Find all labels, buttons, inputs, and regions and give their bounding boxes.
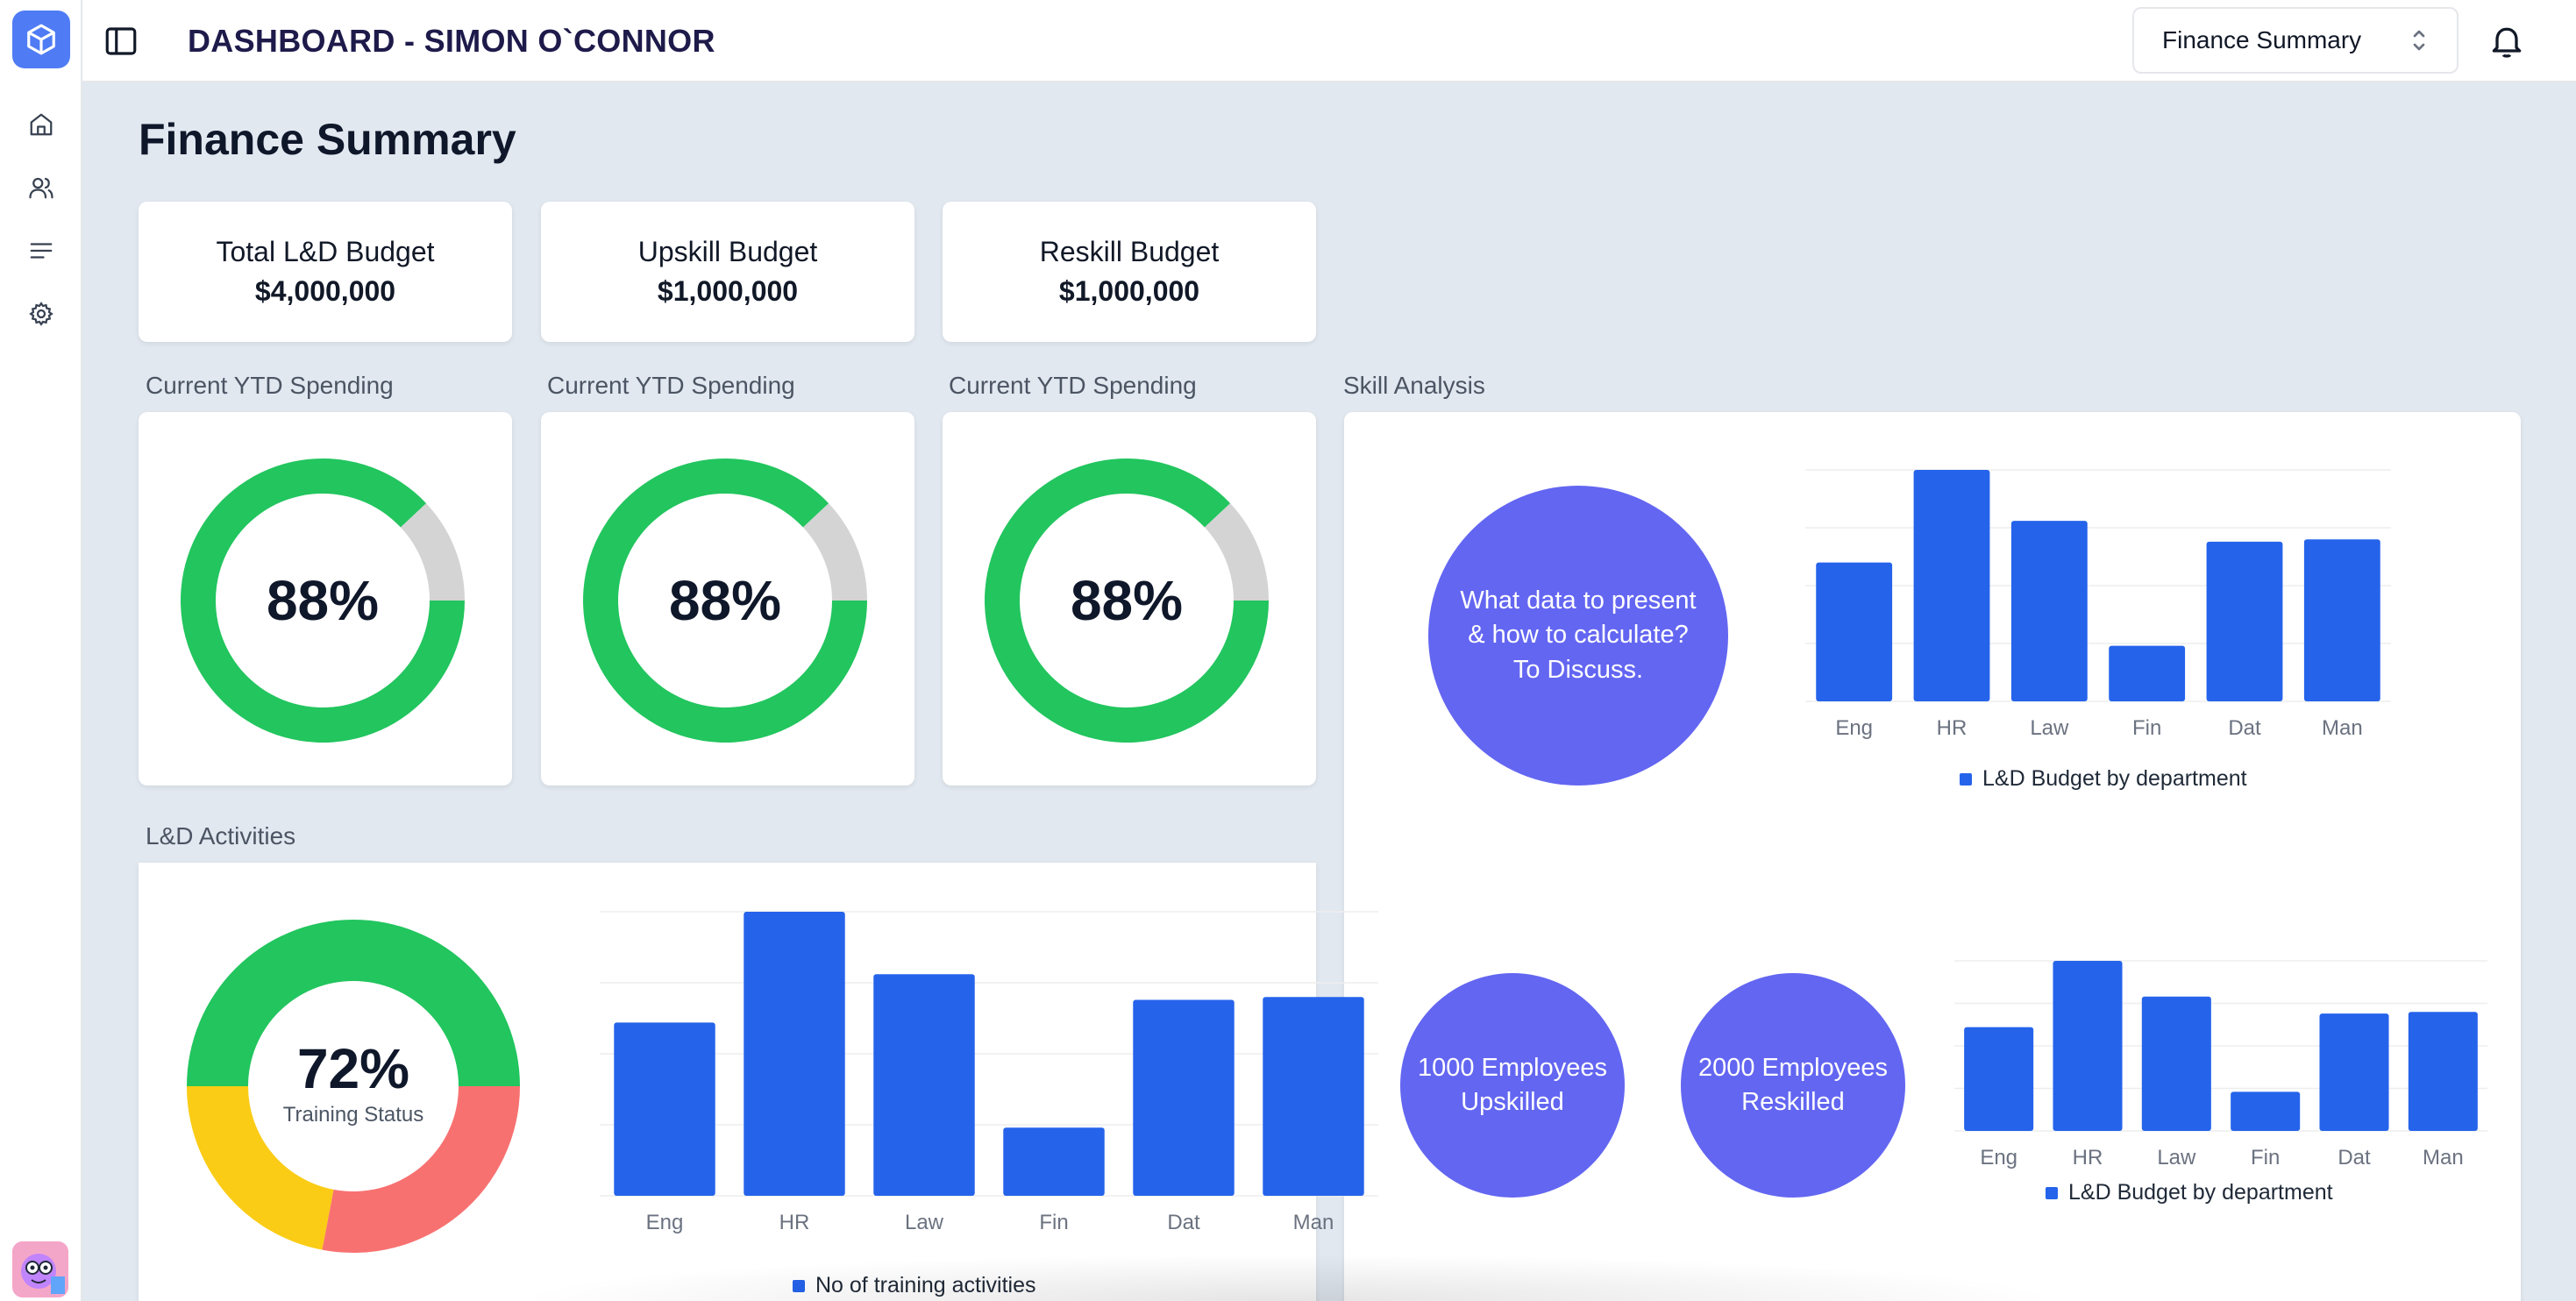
bar-law — [873, 974, 975, 1196]
page-title: Finance Summary — [139, 115, 516, 164]
sidebar-toggle-button[interactable] — [102, 22, 140, 60]
reskill-budget-card: Reskill Budget $1,000,000 — [943, 202, 1316, 342]
bar-eng — [1816, 562, 1893, 701]
legend-swatch — [793, 1279, 805, 1292]
home-icon — [30, 113, 53, 136]
x-tick-label: Dat — [2338, 1146, 2371, 1169]
x-tick-label: Fin — [2132, 716, 2161, 740]
bar-man — [2303, 539, 2380, 701]
budget-amount: $1,000,000 — [1058, 275, 1200, 307]
bar-hr — [744, 912, 845, 1196]
x-tick-label: Man — [2423, 1146, 2464, 1169]
notifications-button[interactable] — [2485, 19, 2529, 63]
discuss-circle: What data to present & how to calculate?… — [1428, 486, 1728, 786]
training-activities-chart: Eng HR Law Fin Dat Man — [600, 911, 1378, 1234]
bar-hr — [2053, 961, 2123, 1131]
x-tick-label: Law — [905, 1211, 944, 1234]
bar-man — [2408, 1012, 2478, 1131]
x-tick-label: Law — [2157, 1146, 2196, 1169]
budget-amount: $4,000,000 — [254, 275, 396, 307]
total-budget-card: Total L&D Budget $4,000,000 — [139, 202, 512, 342]
sidebar-item-list[interactable] — [25, 235, 57, 267]
x-tick-label: Man — [2322, 716, 2363, 740]
cube-icon — [27, 24, 55, 55]
skill-analysis-card: What data to present & how to calculate?… — [1344, 412, 2521, 1301]
sidebar-item-home[interactable] — [25, 109, 57, 140]
user-avatar-icon — [12, 1241, 68, 1297]
view-selector-value: Finance Summary — [2162, 26, 2362, 53]
x-tick-label: HR — [779, 1211, 810, 1234]
upskilled-circle: 1000 Employees Upskilled — [1400, 973, 1625, 1198]
ytd-card: 88% — [541, 412, 914, 786]
chart-legend: No of training activities — [793, 1273, 1036, 1298]
bar-dat — [2319, 1013, 2389, 1131]
x-tick-label: Eng — [1980, 1146, 2017, 1169]
bar-dat — [2206, 541, 2283, 701]
x-tick-label: Fin — [1039, 1211, 1068, 1234]
view-selector[interactable]: Finance Summary — [2132, 7, 2459, 74]
legend-label: L&D Budget by department — [1982, 766, 2247, 791]
gear-icon — [29, 302, 53, 326]
chevron-up-down-icon — [2413, 30, 2425, 51]
bell-icon — [2492, 27, 2522, 58]
avatar[interactable] — [12, 1241, 68, 1297]
training-status-percent: 72% — [296, 1037, 410, 1100]
ytd-percent: 88% — [668, 569, 782, 632]
x-tick-label: Dat — [2228, 716, 2261, 740]
budget-by-department-chart: Eng HR Law Fin Dat Man — [1805, 469, 2391, 740]
x-tick-label: Law — [2030, 716, 2069, 740]
legend-label: L&D Budget by department — [2068, 1180, 2333, 1205]
ytd-label: Current YTD Spending — [547, 372, 795, 399]
bar-law — [2141, 996, 2211, 1131]
dashboard-title: DASHBOARD - SIMON O`CONNOR — [188, 23, 715, 59]
x-tick-label: Eng — [646, 1211, 684, 1234]
x-tick-label: HR — [1937, 716, 1968, 740]
top-header: DASHBOARD - SIMON O`CONNOR Finance Summa… — [82, 0, 2576, 82]
legend-swatch — [1960, 772, 1972, 786]
ytd-label: Current YTD Spending — [949, 372, 1197, 399]
budget-label: Upskill Budget — [637, 236, 818, 267]
activities-card: 72% Training Status Eng HR Law Fin Dat Man No… — [139, 863, 1378, 1301]
bar-dat — [1133, 999, 1235, 1196]
budget-amount: $1,000,000 — [657, 275, 799, 307]
ytd-percent: 88% — [1070, 569, 1184, 632]
legend-swatch — [2046, 1186, 2058, 1199]
legend-label: No of training activities — [815, 1273, 1036, 1297]
sidebar-panel-icon — [105, 27, 137, 55]
ytd-percent: 88% — [266, 569, 380, 632]
ytd-card: 88% — [943, 412, 1316, 786]
bar-fin — [2231, 1091, 2301, 1131]
sidebar-item-users[interactable] — [25, 172, 57, 203]
budget-label: Reskill Budget — [1039, 236, 1220, 267]
sidebar — [0, 0, 82, 1301]
upskill-budget-card: Upskill Budget $1,000,000 — [541, 202, 914, 342]
bar-eng — [1964, 1027, 2034, 1131]
skill-analysis-label: Skill Analysis — [1343, 372, 1485, 399]
users-icon — [29, 177, 53, 199]
bar-hr — [1913, 470, 1990, 701]
activities-label: L&D Activities — [146, 822, 296, 850]
budget-by-department-chart-2: Eng HR Law Fin Dat Man — [1954, 960, 2487, 1169]
x-tick-label: Fin — [2251, 1146, 2280, 1169]
list-icon — [30, 243, 53, 259]
x-tick-label: HR — [2073, 1146, 2103, 1169]
bar-fin — [2109, 645, 2186, 701]
training-status-label: Training Status — [282, 1103, 424, 1127]
bar-man — [1263, 997, 1364, 1196]
reskilled-circle: 2000 Employees Reskilled — [1681, 973, 1905, 1198]
budget-label: Total L&D Budget — [216, 236, 435, 267]
training-status-chart: 72% Training Status — [187, 920, 520, 1253]
ytd-card: 88% — [139, 412, 512, 786]
ytd-label: Current YTD Spending — [146, 372, 394, 399]
app-logo[interactable] — [12, 11, 70, 68]
x-tick-label: Man — [1293, 1211, 1334, 1234]
bar-law — [2010, 521, 2088, 701]
chart-legend: L&D Budget by department — [1960, 766, 2247, 792]
sidebar-item-settings[interactable] — [25, 298, 57, 330]
bar-eng — [614, 1022, 715, 1196]
x-tick-label: Dat — [1167, 1211, 1200, 1234]
x-tick-label: Eng — [1835, 716, 1873, 740]
chart-legend: L&D Budget by department — [2046, 1180, 2333, 1205]
bar-fin — [1003, 1127, 1105, 1196]
